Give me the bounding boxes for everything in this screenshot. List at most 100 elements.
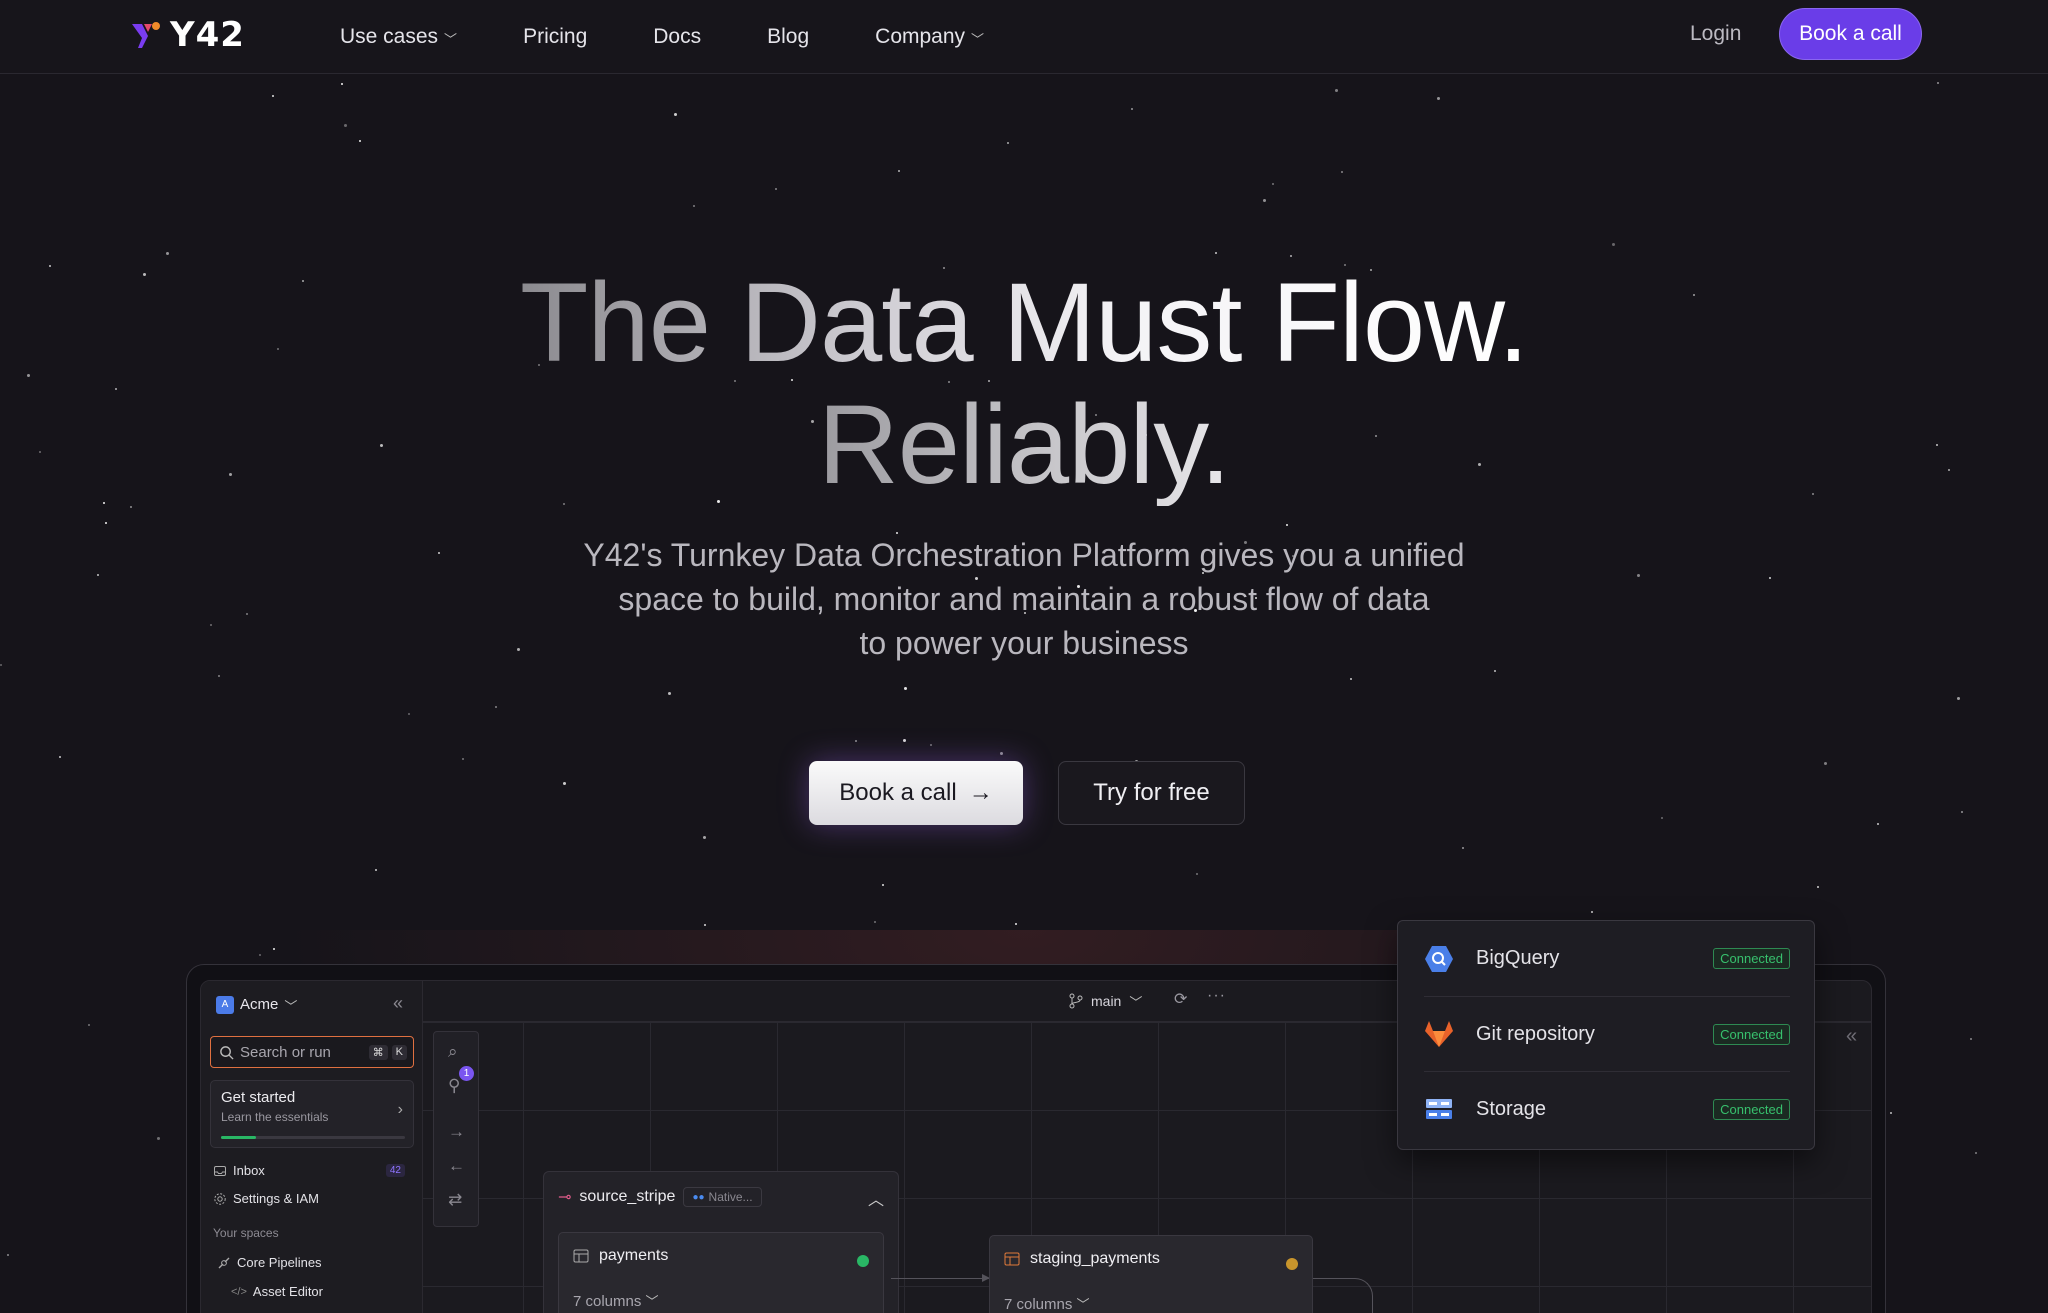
- pipeline-icon: [218, 1257, 230, 1268]
- source-group-header: ⊸ source_stripe ●● Native...: [558, 1187, 762, 1207]
- star: [1131, 108, 1133, 110]
- command-key: ⌘: [368, 1044, 388, 1060]
- star: [408, 713, 410, 715]
- star: [495, 706, 497, 708]
- refresh-icon[interactable]: ⟳: [1174, 989, 1187, 1009]
- connection-row-git[interactable]: Git repository Connected: [1424, 996, 1790, 1071]
- get-started-card[interactable]: Get started Learn the essentials ›: [210, 1080, 414, 1148]
- star: [904, 687, 907, 690]
- payments-node[interactable]: payments 7 columns ﹀: [558, 1232, 884, 1313]
- star: [668, 692, 671, 695]
- connections-panel: BigQuery Connected Git repository Connec…: [1397, 920, 1815, 1150]
- book-call-nav-button[interactable]: Book a call: [1779, 8, 1922, 60]
- storage-icon: [1424, 1094, 1454, 1124]
- star: [1769, 577, 1771, 579]
- get-started-progress: [221, 1136, 405, 1139]
- star: [1263, 199, 1266, 202]
- k-key: K: [391, 1044, 407, 1060]
- branch-selector[interactable]: main ﹀: [1069, 991, 1142, 1010]
- connection-name: Storage: [1476, 1097, 1547, 1120]
- sidebar-item-asset-editor[interactable]: </> Asset Editor: [231, 1284, 431, 1299]
- staging-payments-node[interactable]: staging_payments 7 columns ﹀: [989, 1235, 1313, 1313]
- search-input[interactable]: Search or run ⌘ K: [210, 1036, 414, 1068]
- staging-columns-label: 7 columns: [1004, 1296, 1073, 1313]
- connection-row-bigquery[interactable]: BigQuery Connected: [1424, 921, 1790, 996]
- arrow-right-icon[interactable]: →: [448, 1122, 465, 1142]
- star: [517, 648, 520, 651]
- swap-icon[interactable]: ⇄: [448, 1190, 462, 1210]
- star: [1494, 670, 1496, 672]
- app-sidebar: A Acme ﹀ « Search or run ⌘ K Get started…: [201, 981, 423, 1313]
- nav-blog-label: Blog: [767, 25, 810, 48]
- star: [105, 522, 107, 524]
- star: [930, 744, 932, 746]
- search-placeholder: Search or run: [240, 1043, 331, 1061]
- nav-links: Use cases ﹀ Pricing Docs Blog Company ﹀: [340, 0, 1050, 74]
- payments-columns[interactable]: 7 columns ﹀: [573, 1291, 659, 1310]
- star: [1290, 255, 1292, 257]
- get-started-title: Get started: [221, 1089, 296, 1106]
- nav-docs-label: Docs: [653, 25, 702, 48]
- workspace-switcher[interactable]: A Acme ﹀: [216, 995, 297, 1014]
- git-branch-icon: [1069, 993, 1083, 1008]
- search-icon[interactable]: ⌕: [448, 1042, 458, 1062]
- nav-docs[interactable]: Docs: [653, 25, 701, 49]
- connection-row-storage[interactable]: Storage Connected: [1424, 1071, 1790, 1146]
- try-free-button[interactable]: Try for free: [1058, 761, 1245, 825]
- sidebar-item-settings[interactable]: Settings & IAM: [213, 1191, 413, 1206]
- nav-company[interactable]: Company ﹀: [875, 25, 984, 49]
- star: [1215, 252, 1217, 254]
- star: [166, 252, 169, 255]
- sidebar-item-core-pipelines[interactable]: Core Pipelines: [217, 1255, 417, 1270]
- hero-title-line2: Reliably.: [817, 382, 1231, 507]
- login-link[interactable]: Login: [1690, 22, 1741, 46]
- arrow-left-icon[interactable]: ←: [448, 1156, 465, 1176]
- star: [1817, 886, 1819, 888]
- nav-pricing[interactable]: Pricing: [523, 25, 587, 49]
- star: [88, 1024, 90, 1026]
- star: [210, 624, 212, 626]
- star: [1272, 183, 1274, 185]
- star: [898, 170, 900, 172]
- filter-icon[interactable]: ⚲: [448, 1076, 460, 1096]
- source-group-node[interactable]: ⊸ source_stripe ●● Native... ︿ payments …: [543, 1171, 899, 1313]
- nav-pricing-label: Pricing: [523, 25, 588, 48]
- nav-blog[interactable]: Blog: [767, 25, 809, 49]
- star: [344, 124, 347, 127]
- connected-badge: Connected: [1713, 948, 1790, 969]
- book-call-button[interactable]: Book a call →: [809, 761, 1023, 825]
- star: [272, 95, 274, 97]
- top-navigation: Y42 Use cases ﹀ Pricing Docs Blog Compan…: [0, 0, 2048, 74]
- more-options-icon[interactable]: ···: [1207, 987, 1226, 1005]
- star: [1957, 697, 1960, 700]
- hero-title-line1: The Data Must Flow.: [519, 260, 1529, 385]
- nav-use-cases[interactable]: Use cases ﹀: [340, 25, 457, 49]
- star: [1341, 171, 1343, 173]
- staging-node-title: staging_payments: [1004, 1250, 1160, 1268]
- chevron-up-icon[interactable]: ︿: [868, 1186, 884, 1210]
- sidebar-item-inbox[interactable]: Inbox 42: [213, 1163, 413, 1178]
- arrow-right-icon: →: [968, 779, 993, 806]
- star: [0, 664, 2, 666]
- star: [1000, 752, 1003, 755]
- nav-use-cases-label: Use cases: [340, 25, 439, 48]
- star: [1961, 811, 1963, 813]
- star: [246, 613, 248, 615]
- connected-badge: Connected: [1713, 1023, 1790, 1045]
- star: [130, 506, 132, 508]
- payments-columns-label: 7 columns: [573, 1293, 642, 1310]
- collapse-panel-icon[interactable]: «: [1846, 1025, 1857, 1048]
- staging-columns[interactable]: 7 columns ﹀: [1004, 1294, 1090, 1313]
- star: [1824, 762, 1827, 765]
- star: [775, 188, 777, 190]
- hero-subtitle-line2: space to build, monitor and maintain a r…: [618, 581, 1430, 617]
- lineage-edge: [891, 1274, 990, 1282]
- chevron-down-icon: ﹀: [971, 31, 985, 47]
- star: [375, 869, 377, 871]
- status-dot-amber: [1286, 1258, 1298, 1270]
- collapse-sidebar-icon[interactable]: «: [393, 993, 403, 1014]
- progress-fill: [221, 1136, 256, 1139]
- payments-node-title: payments: [573, 1247, 668, 1265]
- star: [882, 884, 884, 886]
- logo[interactable]: Y42: [130, 18, 245, 52]
